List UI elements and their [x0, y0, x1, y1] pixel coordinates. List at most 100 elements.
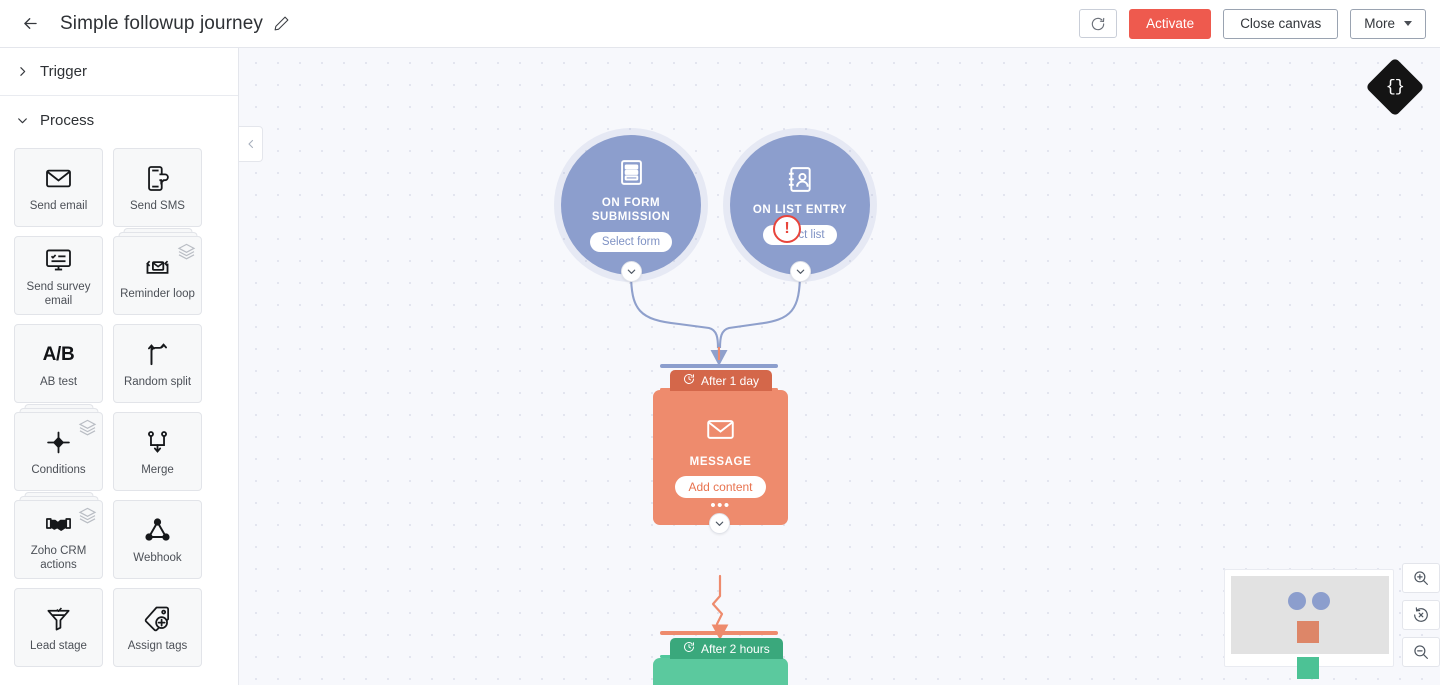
- journey-canvas[interactable]: {} ON FORM SUBMISSION Select form ON LIS…: [239, 48, 1440, 685]
- sidebar-section-process-label: Process: [40, 111, 95, 129]
- message-node-handle[interactable]: [709, 513, 730, 534]
- envelope-icon: [705, 414, 736, 450]
- delay-badge-after-2-hours[interactable]: After 2 hours: [670, 638, 783, 659]
- sidebar-tile-label: Random split: [123, 375, 192, 388]
- close-canvas-button[interactable]: Close canvas: [1223, 8, 1339, 39]
- webhook-icon: [143, 514, 172, 548]
- survey-screen-icon: [44, 243, 73, 277]
- json-braces-icon: {}: [1385, 77, 1405, 97]
- tile-wrap-webhook: Webhook: [113, 500, 202, 579]
- tile-wrap-ab-test: A/B AB test: [14, 324, 103, 403]
- tile-wrap-zoho-crm-actions: Zoho CRM actions: [14, 492, 103, 579]
- delay-badge-after-1-day[interactable]: After 1 day: [670, 370, 773, 391]
- more-label: More: [1364, 16, 1395, 31]
- pencil-icon[interactable]: [272, 14, 292, 34]
- minimap-node: [1297, 657, 1319, 679]
- sidebar-tile-label: Reminder loop: [120, 287, 195, 300]
- header-actions: Activate Close canvas More: [1079, 8, 1440, 39]
- sidebar-tile-label: Conditions: [31, 463, 86, 476]
- form-icon: [617, 158, 646, 192]
- tile-wrap-conditions: Conditions: [14, 404, 103, 491]
- sidebar-tile-label: Send survey email: [26, 280, 91, 307]
- sidebar-tile-reminder-loop[interactable]: Reminder loop: [113, 236, 202, 315]
- delay-label: After 1 day: [701, 373, 760, 388]
- tag-plus-icon: [143, 602, 172, 636]
- sidebar-tile-label: AB test: [39, 375, 78, 388]
- sidebar-section-trigger[interactable]: Trigger: [0, 48, 238, 96]
- sidebar-tile-random-split[interactable]: Random split: [113, 324, 202, 403]
- trigger-node-on-list-entry[interactable]: ON LIST ENTRY Select list: [730, 135, 870, 275]
- app-header: Simple followup journey Activate Close c…: [0, 0, 1440, 48]
- sidebar-tile-label: Assign tags: [127, 639, 188, 652]
- component-tile-grid: Send email Send SMS Send survey email Re…: [0, 144, 238, 667]
- sidebar-tile-ab-test[interactable]: A/B AB test: [14, 324, 103, 403]
- chevron-down-icon: [1404, 21, 1412, 26]
- sidebar-tile-webhook[interactable]: Webhook: [113, 500, 202, 579]
- merge-icon: [143, 426, 172, 460]
- flow-node-message[interactable]: After 1 day MESSAGE Add content •••: [653, 370, 788, 525]
- flow-node-end-of-journey[interactable]: After 2 hours: [653, 638, 788, 685]
- node-menu-icon[interactable]: •••: [710, 498, 730, 513]
- zoom-out-button[interactable]: [1402, 637, 1440, 667]
- json-view-button[interactable]: {}: [1365, 57, 1425, 117]
- sidebar-tile-send-survey-email[interactable]: Send survey email: [14, 236, 103, 315]
- tile-wrap-send-sms: Send SMS: [113, 148, 202, 227]
- sidebar-tile-send-email[interactable]: Send email: [14, 148, 103, 227]
- sidebar-tile-label: Send email: [29, 199, 88, 212]
- select-form-pill[interactable]: Select form: [589, 232, 673, 253]
- sidebar-tile-conditions[interactable]: Conditions: [14, 412, 103, 491]
- sidebar-tile-assign-tags[interactable]: Assign tags: [113, 588, 202, 667]
- sidebar-section-process[interactable]: Process: [0, 96, 238, 144]
- ab-test-icon: A/B: [42, 343, 75, 365]
- trigger-2-handle[interactable]: [790, 261, 811, 282]
- layers-icon: [78, 506, 97, 525]
- zoom-controls: [1402, 563, 1440, 667]
- node-title: MESSAGE: [689, 456, 752, 468]
- reminder-loop-icon: [143, 250, 172, 284]
- minimap-node: [1297, 621, 1319, 643]
- tile-wrap-merge: Merge: [113, 412, 202, 491]
- sidebar-tile-merge[interactable]: Merge: [113, 412, 202, 491]
- sidebar-tile-label: Webhook: [133, 551, 182, 564]
- more-button[interactable]: More: [1350, 8, 1426, 39]
- status-badge-alert[interactable]: !: [773, 215, 801, 243]
- sidebar-collapse-toggle[interactable]: [239, 126, 263, 162]
- canvas-minimap[interactable]: [1224, 569, 1394, 679]
- conditions-icon: [44, 426, 73, 460]
- zoom-in-button[interactable]: [1402, 563, 1440, 593]
- page-title: Simple followup journey: [60, 12, 263, 34]
- sidebar-tile-label: Send SMS: [130, 199, 185, 212]
- minimap-node: [1312, 592, 1330, 610]
- tile-wrap-assign-tags: Assign tags: [113, 588, 202, 667]
- trigger-1-handle[interactable]: [621, 261, 642, 282]
- trigger-node-on-form-submission[interactable]: ON FORM SUBMISSION Select form: [561, 135, 701, 275]
- sidebar-section-trigger-label: Trigger: [40, 63, 87, 80]
- tile-wrap-reminder-loop: Reminder loop: [113, 228, 202, 315]
- layers-icon: [177, 242, 196, 261]
- component-sidebar: Trigger Process Send email Send SMS Send…: [0, 48, 239, 685]
- clock-icon: [683, 641, 695, 656]
- envelope-icon: [44, 162, 73, 196]
- sidebar-tile-send-sms[interactable]: Send SMS: [113, 148, 202, 227]
- sidebar-tile-lead-stage[interactable]: Lead stage: [14, 588, 103, 667]
- add-content-pill[interactable]: Add content: [675, 476, 766, 498]
- random-split-icon: [143, 338, 172, 372]
- handshake-icon: [44, 507, 73, 541]
- back-arrow-icon[interactable]: [13, 7, 47, 41]
- minimap-viewport[interactable]: [1231, 576, 1389, 679]
- minimap-node: [1288, 592, 1306, 610]
- sidebar-tile-zoho-crm-actions[interactable]: Zoho CRM actions: [14, 500, 103, 579]
- zoom-reset-button[interactable]: [1402, 600, 1440, 630]
- list-entry-icon: [786, 165, 815, 199]
- tile-wrap-random-split: Random split: [113, 324, 202, 403]
- tile-wrap-send-email: Send email: [14, 148, 103, 227]
- clock-icon: [683, 373, 695, 388]
- phone-message-icon: [143, 162, 172, 196]
- chevron-right-icon: [14, 63, 31, 80]
- activate-button[interactable]: Activate: [1129, 8, 1212, 39]
- trigger-title: ON LIST ENTRY: [752, 203, 848, 216]
- refresh-icon[interactable]: [1079, 9, 1118, 38]
- journey-builder-app: Simple followup journey Activate Close c…: [0, 0, 1440, 685]
- chevron-down-icon: [14, 112, 31, 129]
- tile-wrap-send-survey-email: Send survey email: [14, 236, 103, 315]
